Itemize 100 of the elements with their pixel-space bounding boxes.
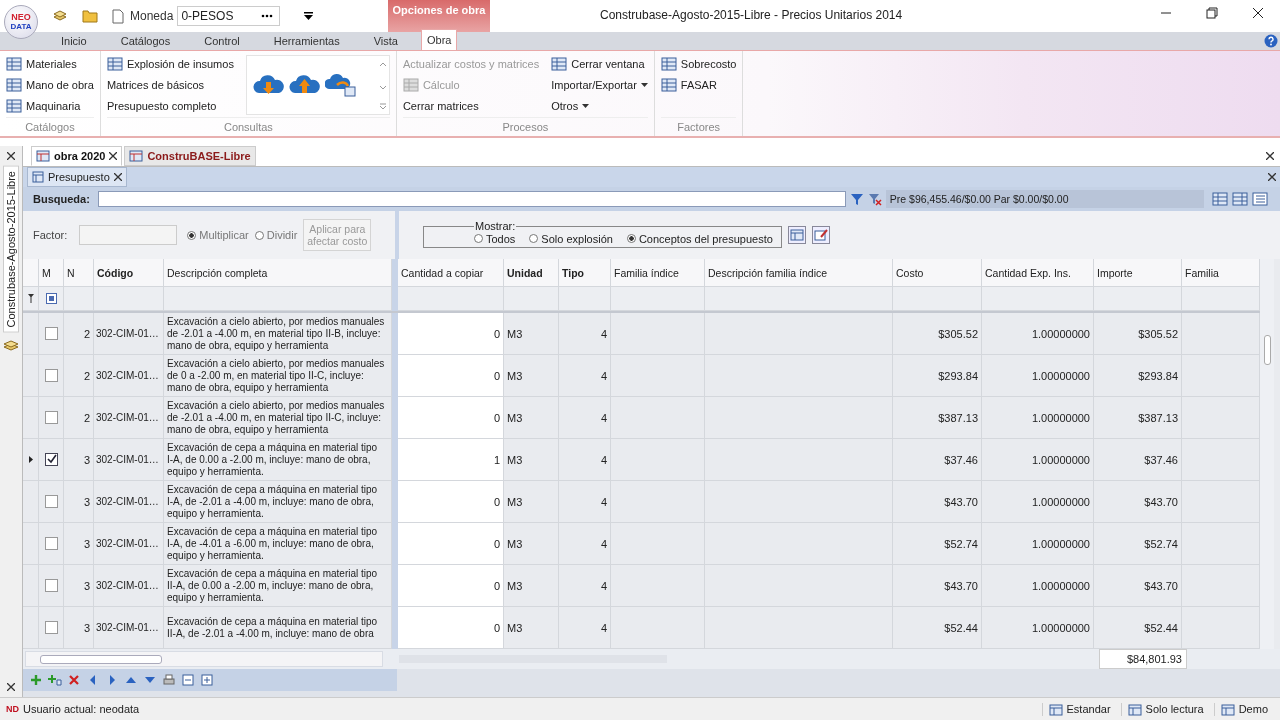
checkbox[interactable] [44, 453, 58, 466]
radio-label[interactable]: Solo explosión [541, 232, 613, 245]
grid-icon[interactable] [787, 226, 806, 244]
close-icon[interactable] [109, 152, 118, 160]
radio-button[interactable] [474, 234, 483, 243]
print-icon[interactable] [162, 673, 176, 687]
document-tab[interactable]: ConstruBASE-Libre [124, 146, 256, 166]
ribbon-button[interactable]: Materiales [6, 55, 94, 73]
add-icon[interactable] [29, 673, 43, 687]
table-cell: 1.00000000 [982, 313, 1094, 355]
checkbox[interactable] [44, 621, 58, 634]
delete-icon[interactable] [67, 673, 81, 687]
radio-button[interactable] [254, 230, 264, 240]
more-icon[interactable] [261, 14, 274, 18]
document-icon[interactable] [112, 8, 124, 24]
status-item[interactable]: Demo [1213, 702, 1274, 716]
ribbon-button[interactable]: Importar/Exportar [551, 76, 648, 94]
checkbox[interactable] [44, 537, 58, 550]
ribbon-button[interactable]: Cerrar matrices [402, 97, 540, 115]
sub-tab[interactable]: Presupuesto [27, 167, 127, 187]
radio-label[interactable]: Todos [486, 232, 516, 245]
table-cell: 1.00000000 [982, 397, 1094, 439]
table-cell: 302-CIM-01… [94, 397, 164, 439]
stack-icon[interactable] [3, 338, 19, 353]
grid-icon[interactable] [1211, 192, 1228, 206]
table-cell: $293.84 [893, 355, 982, 397]
folder-icon[interactable] [82, 9, 98, 23]
ribbon-tab[interactable]: Control [187, 32, 257, 50]
filter-icon[interactable] [27, 294, 34, 303]
factor-label: Factor: [33, 229, 68, 241]
table-cell: 3 [64, 523, 94, 565]
cloud-download-icon[interactable] [252, 73, 285, 97]
ribbon-button[interactable]: Maquinaria [6, 97, 94, 115]
status-item[interactable]: Solo lectura [1120, 702, 1210, 716]
table-icon [660, 78, 677, 92]
close-icon[interactable] [1266, 152, 1274, 160]
close-icon[interactable] [1252, 7, 1264, 19]
ribbon-tab[interactable]: Inicio [44, 32, 104, 50]
close-icon[interactable] [1268, 173, 1276, 181]
radio-button[interactable] [187, 230, 197, 240]
radio-button[interactable] [626, 234, 636, 243]
ribbon-button[interactable]: Otros [551, 97, 648, 115]
radio-button[interactable] [529, 234, 539, 243]
table-cell: 0 [398, 397, 504, 439]
checkbox[interactable] [44, 411, 58, 424]
close-icon[interactable] [113, 173, 122, 181]
columns-icon[interactable] [1251, 192, 1268, 206]
checkbox[interactable] [44, 579, 58, 592]
clear-filter-icon[interactable] [867, 192, 882, 206]
side-tab[interactable]: Construbase-Agosto-2015-Libre [3, 166, 19, 333]
expand-icon[interactable] [200, 673, 214, 687]
checkbox[interactable] [44, 327, 58, 340]
table-cell: 1.00000000 [982, 481, 1094, 523]
table-cell: 302-CIM-01… [94, 355, 164, 397]
ribbon-tab[interactable]: Herramientas [256, 32, 357, 50]
table-icon [6, 57, 22, 71]
table-cell: 3 [64, 481, 94, 523]
document-tab[interactable]: obra 2020 [31, 146, 123, 166]
cloud-arrow-icon[interactable] [324, 73, 357, 97]
radio-label[interactable]: Multiplicar [199, 229, 249, 241]
app-logo[interactable]: NEO DATA [4, 5, 38, 39]
ribbon-button[interactable]: Matrices de básicos [106, 76, 234, 94]
status-item[interactable]: Estandar [1041, 702, 1117, 716]
ribbon-button[interactable]: Presupuesto completo [106, 97, 234, 115]
edit-grid-icon[interactable] [811, 226, 830, 244]
checkbox-filter-icon[interactable] [45, 293, 57, 304]
table-icon [6, 99, 22, 113]
checkbox[interactable] [44, 369, 58, 382]
close-icon[interactable] [7, 152, 15, 160]
add-child-icon[interactable] [48, 673, 62, 687]
table-cell: 2 [64, 355, 94, 397]
radio-label[interactable]: Conceptos del presupuesto [638, 232, 773, 245]
vertical-scrollbar[interactable] [1260, 259, 1274, 649]
ribbon-button[interactable]: Cerrar ventana [551, 55, 648, 73]
ribbon-tab[interactable]: Catálogos [103, 32, 188, 50]
ribbon-button[interactable]: Mano de obra [6, 76, 94, 94]
search-field[interactable] [97, 191, 846, 207]
table-cell: 4 [559, 523, 611, 565]
ribbon-tab[interactable]: Obra [421, 29, 458, 50]
close-icon[interactable] [7, 683, 15, 691]
collapse-icon[interactable] [181, 673, 195, 687]
table-cell: M3 [504, 397, 559, 439]
checkbox[interactable] [44, 495, 58, 508]
table-cell: 1.00000000 [982, 439, 1094, 481]
help-icon[interactable] [1264, 34, 1278, 48]
currency-field[interactable]: 0-PESOS [177, 6, 281, 26]
table-cell: $43.70 [1094, 565, 1182, 607]
row-indicator[interactable] [23, 439, 39, 481]
radio-label[interactable]: Dividir [266, 229, 298, 241]
horizontal-scrollbar[interactable] [25, 651, 383, 667]
customize-icon[interactable] [304, 12, 314, 20]
grid-icon[interactable] [1231, 192, 1248, 206]
ribbon-button[interactable]: Explosión de insumos [106, 55, 234, 73]
ribbon-button[interactable]: Sobrecosto [660, 55, 737, 73]
ribbon-button[interactable]: FASAR [660, 76, 737, 94]
table-icon [1048, 702, 1063, 716]
table-cell: $387.13 [893, 397, 982, 439]
restore-icon[interactable] [1206, 7, 1218, 19]
table-cell: $305.52 [893, 313, 982, 355]
gallery-scroll-icon[interactable] [378, 60, 387, 110]
